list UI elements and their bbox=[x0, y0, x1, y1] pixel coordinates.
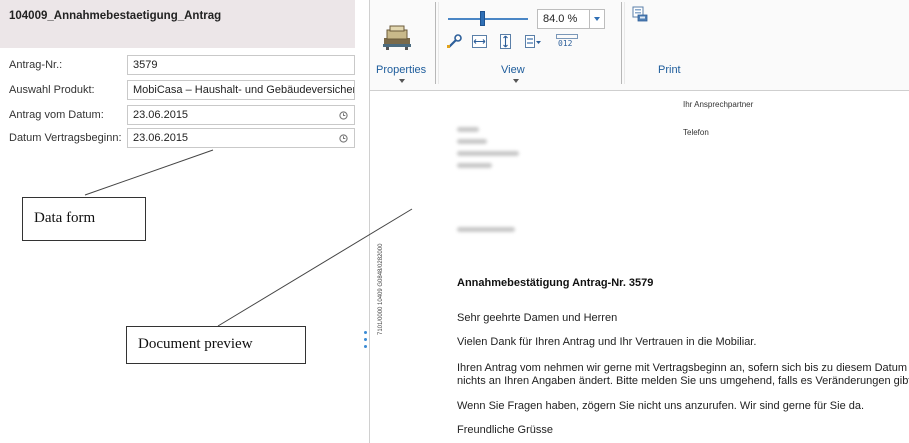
field-label: Antrag-Nr.: bbox=[9, 59, 63, 71]
antrag-datum-field[interactable]: 23.06.2015 bbox=[127, 105, 355, 125]
page-layout-icon[interactable] bbox=[524, 34, 541, 49]
data-form-callout-text: Data form bbox=[34, 210, 96, 226]
fit-page-icon[interactable] bbox=[497, 34, 514, 49]
field-row-produkt: Auswahl Produkt: MobiCasa – Haushalt- un… bbox=[0, 80, 355, 101]
redacted-address-line bbox=[457, 151, 519, 156]
print-icon[interactable] bbox=[631, 6, 648, 23]
clock-icon[interactable] bbox=[339, 111, 348, 120]
view-dropdown-arrow[interactable] bbox=[513, 79, 519, 83]
group-label-properties[interactable]: Properties bbox=[376, 64, 426, 76]
field-value: 3579 bbox=[133, 59, 158, 71]
paragraph-1-line-1: Ihren Antrag vom nehmen wir gerne mit Ve… bbox=[457, 362, 908, 374]
form-title: 104009_Annahmebestaetigung_Antrag bbox=[0, 0, 355, 48]
thanks-text: Vielen Dank für Ihren Antrag und Ihr Ver… bbox=[457, 336, 757, 348]
properties-icon[interactable] bbox=[381, 24, 413, 50]
pane-splitter-handle[interactable] bbox=[363, 329, 367, 351]
properties-dropdown-arrow[interactable] bbox=[399, 79, 405, 83]
antrag-nr-field[interactable]: 3579 bbox=[127, 55, 355, 75]
wrench-icon[interactable] bbox=[446, 34, 463, 49]
group-separator bbox=[621, 2, 625, 84]
contact-label: Ihr Ansprechpartner bbox=[683, 100, 754, 109]
paragraph-1-line-2: nichts an Ihren Angaben ändert. Bitte me… bbox=[457, 375, 909, 387]
closing-text: Freundliche Grüsse bbox=[457, 424, 553, 436]
group-label-view[interactable]: View bbox=[501, 64, 525, 76]
zoom-dropdown-button[interactable] bbox=[590, 9, 605, 29]
zoom-input[interactable]: 84.0 % bbox=[537, 9, 590, 29]
document-preview-callout-text: Document preview bbox=[138, 336, 253, 352]
paragraph-2: Wenn Sie Fragen haben, zögern Sie nicht … bbox=[457, 400, 865, 412]
field-label: Datum Vertragsbeginn: bbox=[9, 132, 122, 144]
field-row-vertragsbeginn: Datum Vertragsbeginn: 23.06.2015 bbox=[0, 128, 355, 149]
zoom-value: 84.0 % bbox=[543, 13, 578, 25]
clock-icon[interactable] bbox=[339, 134, 348, 143]
document-preview-callout: Document preview bbox=[126, 326, 306, 364]
redacted-address-line bbox=[457, 139, 487, 144]
field-row-antrag-datum: Antrag vom Datum: 23.06.2015 bbox=[0, 105, 355, 126]
phone-label: Telefon bbox=[683, 128, 709, 137]
document-heading: Annahmebestätigung Antrag-Nr. 3579 bbox=[457, 277, 654, 289]
field-label: Auswahl Produkt: bbox=[9, 84, 95, 96]
field-value: 23.06.2015 bbox=[133, 132, 189, 144]
produkt-field[interactable]: MobiCasa – Haushalt- und Gebäudeversiche… bbox=[127, 80, 355, 100]
svg-text:012: 012 bbox=[558, 39, 573, 48]
vertragsbeginn-field[interactable]: 23.06.2015 bbox=[127, 128, 355, 148]
field-row-antrag-nr: Antrag-Nr.: 3579 bbox=[0, 55, 355, 76]
zoom-slider-thumb[interactable] bbox=[480, 11, 485, 26]
field-value: 23.06.2015 bbox=[133, 109, 189, 121]
redacted-address-line bbox=[457, 127, 479, 132]
data-form-callout: Data form bbox=[22, 197, 146, 241]
redacted-address-line bbox=[457, 163, 492, 168]
field-codes-icon[interactable]: 012 bbox=[556, 34, 578, 49]
zoom-slider-track[interactable] bbox=[448, 18, 528, 20]
document-preview[interactable]: Ihr Ansprechpartner Telefon Annahmebestä… bbox=[370, 91, 909, 443]
group-separator bbox=[435, 2, 439, 84]
group-label-print[interactable]: Print bbox=[658, 64, 681, 76]
field-label: Antrag vom Datum: bbox=[9, 109, 104, 121]
salutation-text: Sehr geehrte Damen und Herren bbox=[457, 312, 618, 324]
redacted-date-line bbox=[457, 227, 515, 232]
side-reference-code: 7101/0000 10409 G0848/0282000 bbox=[378, 243, 384, 335]
field-value: MobiCasa – Haushalt- und Gebäudeversiche… bbox=[133, 84, 355, 96]
fit-width-icon[interactable] bbox=[471, 34, 488, 49]
